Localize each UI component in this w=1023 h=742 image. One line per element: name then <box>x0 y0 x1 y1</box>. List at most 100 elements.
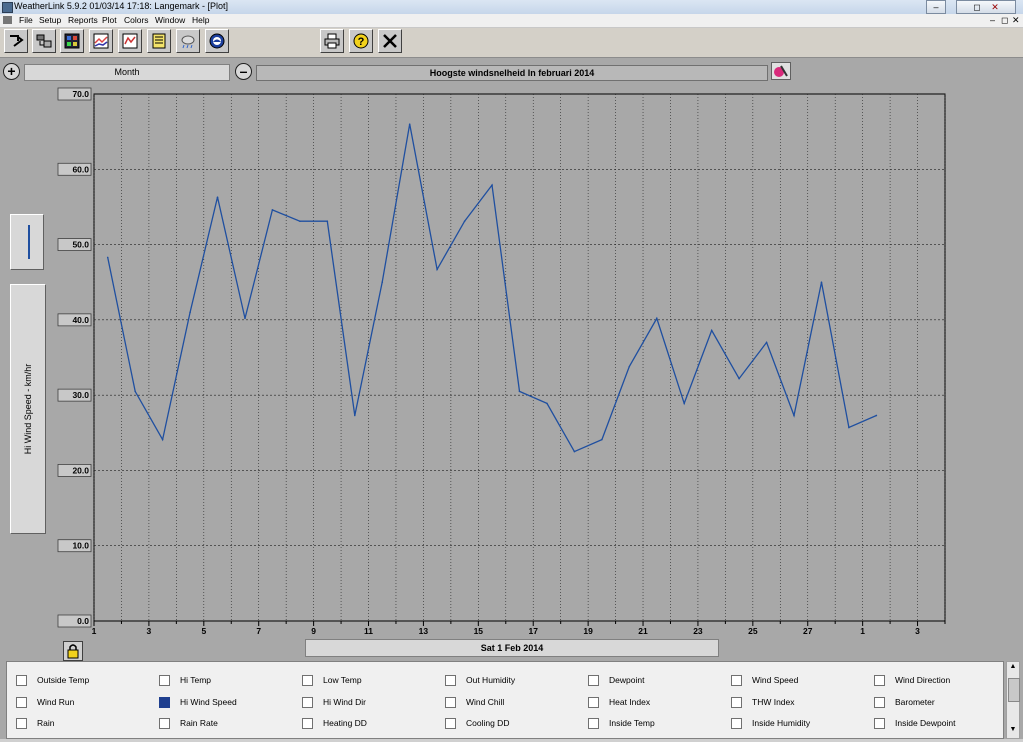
checkbox-box[interactable] <box>874 675 885 686</box>
minimize-button[interactable]: – <box>926 0 946 14</box>
checkbox-box[interactable] <box>588 718 599 729</box>
data-point <box>353 414 356 417</box>
x-tick-label: 1 <box>860 626 865 636</box>
close-window-icon[interactable]: ✕ <box>986 1 1004 13</box>
checkbox-label: Wind Direction <box>895 675 951 685</box>
close-plot-button[interactable] <box>378 29 402 53</box>
strip-chart-button[interactable] <box>118 29 142 53</box>
data-point <box>683 402 686 405</box>
mdi-minimize-icon[interactable]: – <box>990 15 995 25</box>
checkbox-box[interactable] <box>731 718 742 729</box>
checkbox-label: THW Index <box>752 697 795 707</box>
checkbox-box[interactable] <box>302 675 313 686</box>
data-point <box>408 123 411 125</box>
data-point <box>106 256 109 259</box>
menu-help[interactable]: Help <box>192 15 209 25</box>
print-icon <box>324 33 340 49</box>
x-tick-label: 3 <box>915 626 920 636</box>
checkbox-scrollbar[interactable]: ▲ ▼ <box>1006 661 1020 739</box>
notebook-button[interactable] <box>147 29 171 53</box>
period-selector[interactable]: Month <box>24 64 230 81</box>
checkbox-box[interactable] <box>16 675 27 686</box>
menu-window[interactable]: Window <box>155 15 185 25</box>
menu-setup[interactable]: Setup <box>39 15 61 25</box>
x-tick-label: 9 <box>311 626 316 636</box>
checkbox-box[interactable] <box>16 697 27 708</box>
data-point <box>655 317 658 320</box>
checkbox-box[interactable] <box>874 697 885 708</box>
data-point <box>793 414 795 417</box>
x-tick-label: 3 <box>147 626 152 636</box>
plot-button[interactable] <box>89 29 113 53</box>
menu-bar: File Setup Reports Plot Colors Window He… <box>0 14 1023 28</box>
checkbox-label: Inside Humidity <box>752 718 811 728</box>
noaa-button[interactable] <box>205 29 229 53</box>
checkbox-box[interactable] <box>302 697 313 708</box>
data-point <box>216 196 219 198</box>
data-point <box>546 402 548 405</box>
checkbox-box[interactable] <box>588 675 599 686</box>
y-tick-label: 20.0 <box>72 465 89 475</box>
y-tick-label: 30.0 <box>72 390 89 400</box>
checkbox-box[interactable] <box>445 718 456 729</box>
series-checkbox-panel: Outside Temp Hi Temp Low Temp Out Humidity D… <box>6 661 1004 739</box>
menu-reports[interactable]: Reports <box>68 15 98 25</box>
help-button[interactable]: ? <box>349 29 373 53</box>
checkbox-box[interactable] <box>159 675 170 686</box>
checkbox-box[interactable] <box>445 675 456 686</box>
bulletin-icon <box>64 33 80 49</box>
y-tick-label: 70.0 <box>72 89 89 99</box>
scroll-up-icon[interactable]: ▲ <box>1008 663 1018 673</box>
data-point <box>848 426 850 429</box>
checkbox-label: Barometer <box>895 697 935 707</box>
print-button[interactable] <box>320 29 344 53</box>
y-tick-label: 40.0 <box>72 315 89 325</box>
weather-button[interactable] <box>176 29 200 53</box>
data-point <box>463 220 466 223</box>
data-point <box>875 414 878 417</box>
minimize-icon: – <box>933 2 939 12</box>
checkbox-label: Wind Run <box>37 697 75 707</box>
checkbox-box[interactable] <box>302 718 313 729</box>
strip-chart-icon <box>122 33 138 49</box>
x-tick-label: 15 <box>474 626 484 636</box>
data-point <box>738 377 740 380</box>
lock-button[interactable] <box>63 641 83 661</box>
checkbox-box[interactable] <box>445 697 456 708</box>
plot-frame <box>93 93 946 622</box>
data-point <box>628 365 631 368</box>
menu-plot[interactable]: Plot <box>102 15 117 25</box>
scroll-down-icon[interactable]: ▼ <box>1008 726 1018 736</box>
y-tick-label: 50.0 <box>72 240 89 250</box>
menu-colors[interactable]: Colors <box>124 15 149 25</box>
checkbox-label: Out Humidity <box>466 675 516 685</box>
data-point <box>326 220 329 223</box>
weather-icon <box>181 35 195 49</box>
checkbox-box[interactable] <box>16 718 27 729</box>
checkbox-label: Inside Temp <box>609 718 655 728</box>
bulletin-button[interactable] <box>60 29 84 53</box>
checkbox-box[interactable] <box>159 697 170 708</box>
data-point <box>436 268 438 271</box>
x-tick-label: 5 <box>201 626 206 636</box>
checkbox-box[interactable] <box>874 718 885 729</box>
scroll-thumb[interactable] <box>1008 678 1020 702</box>
data-point <box>134 390 136 393</box>
select-station-button[interactable] <box>4 29 28 53</box>
mdi-close-icon[interactable]: ✕ <box>1012 15 1020 26</box>
checkbox-box[interactable] <box>159 718 170 729</box>
mdi-restore-icon[interactable]: ◻ <box>1001 15 1008 26</box>
zoom-out-icon[interactable]: – <box>235 63 252 80</box>
color-picker-button[interactable] <box>771 62 791 80</box>
restore-icon[interactable]: ◻ <box>968 1 986 13</box>
document-icon[interactable] <box>3 16 12 24</box>
plot-area: 0.010.020.030.040.050.060.070.01 3 5 7 9 11 13… <box>57 87 946 636</box>
checkbox-box[interactable] <box>731 697 742 708</box>
menu-file[interactable]: File <box>19 15 33 25</box>
download-button[interactable] <box>32 29 56 53</box>
checkbox-box[interactable] <box>588 697 599 708</box>
checkbox-label: Wind Speed <box>752 675 799 685</box>
checkbox-box[interactable] <box>731 675 742 686</box>
data-point <box>573 450 576 453</box>
zoom-in-icon[interactable]: + <box>3 63 20 80</box>
